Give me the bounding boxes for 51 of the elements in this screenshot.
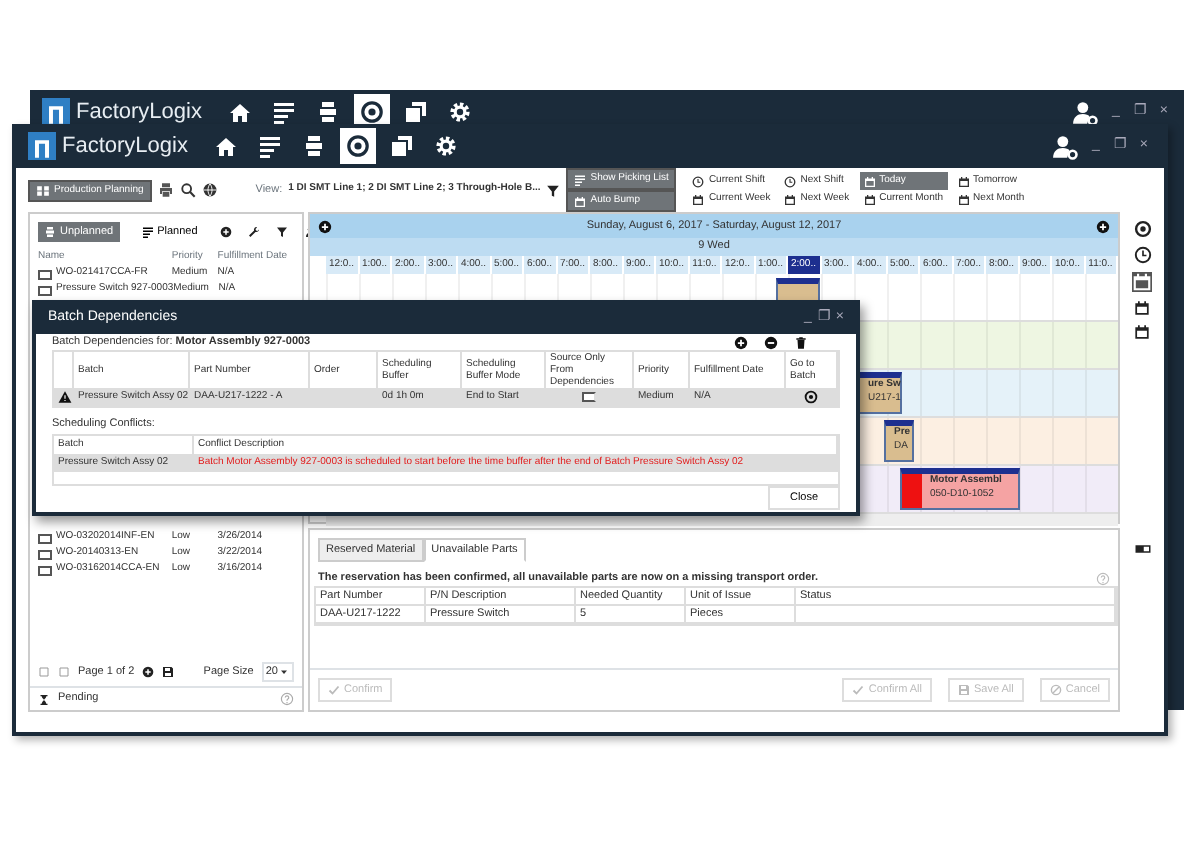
target-icon[interactable]	[1133, 220, 1151, 238]
checkbox[interactable]	[38, 285, 52, 295]
calendar-icon	[863, 193, 876, 205]
calendar-icon[interactable]	[1134, 300, 1150, 316]
clock-icon	[784, 175, 797, 187]
calendar-icon	[784, 193, 797, 205]
hourglass-icon	[38, 693, 50, 705]
printer-icon[interactable]	[157, 182, 174, 198]
checkbox[interactable]	[582, 392, 596, 403]
globe-icon[interactable]	[201, 182, 218, 198]
checkbox[interactable]	[38, 269, 52, 279]
calendar-icon	[957, 193, 970, 205]
calendar-icon[interactable]	[1132, 272, 1152, 292]
list-icon	[574, 173, 587, 185]
filter-icon[interactable]	[275, 226, 288, 238]
clock-icon	[692, 175, 705, 187]
check-icon	[852, 684, 865, 696]
save-icon	[958, 684, 970, 696]
cancel-icon	[1049, 684, 1062, 696]
go-to-batch-icon[interactable]	[804, 390, 818, 405]
user-settings-icon[interactable]	[1072, 99, 1098, 125]
checkbox[interactable]	[38, 533, 52, 543]
add-icon[interactable]	[734, 335, 748, 350]
filter-icon[interactable]	[546, 183, 561, 197]
window-title: FactoryLogix	[76, 97, 202, 128]
calendar-icon	[574, 195, 587, 207]
search-icon[interactable]	[179, 182, 196, 198]
user-settings-icon[interactable]	[1052, 133, 1078, 159]
checkbox[interactable]	[38, 565, 52, 575]
list-icon	[141, 226, 154, 238]
calendar-icon[interactable]	[1134, 324, 1150, 340]
logo-icon	[28, 132, 56, 160]
logo-icon	[42, 98, 70, 126]
calendar-icon	[957, 175, 970, 187]
add-icon[interactable]	[219, 226, 232, 238]
calendar-icon	[863, 175, 876, 187]
expand-icon[interactable]	[318, 219, 332, 233]
check-icon	[328, 684, 340, 696]
checkbox[interactable]	[38, 549, 52, 559]
toggle-icon[interactable]	[1133, 540, 1151, 558]
caret-icon	[278, 666, 290, 678]
window-title: FactoryLogix	[62, 131, 188, 162]
remove-icon[interactable]	[764, 335, 778, 350]
clock-icon[interactable]	[1133, 246, 1151, 264]
grid-icon	[36, 183, 50, 197]
expand-icon[interactable]	[1096, 219, 1110, 233]
wrench-icon[interactable]	[247, 226, 260, 238]
calendar-icon	[692, 193, 705, 205]
delete-icon[interactable]	[794, 335, 808, 350]
target-icon[interactable]	[339, 128, 376, 164]
stack-icon	[44, 226, 56, 238]
